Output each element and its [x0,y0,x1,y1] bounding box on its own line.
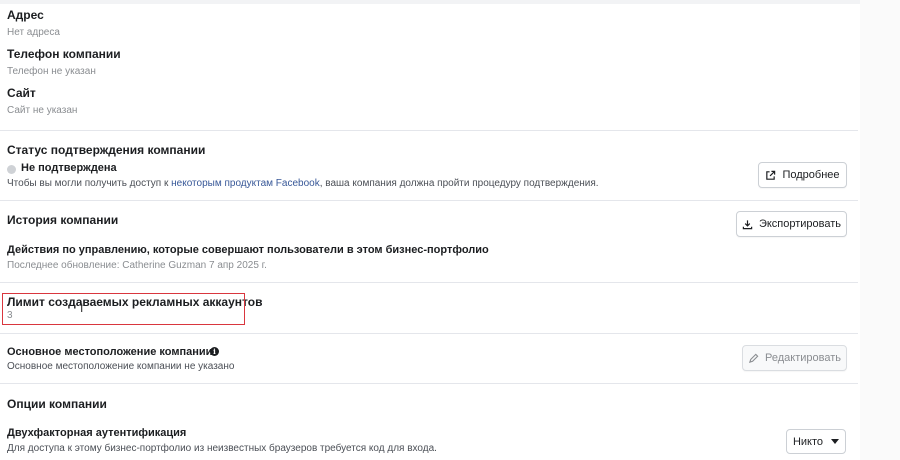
export-button[interactable]: Экспортировать [736,211,847,237]
pencil-icon [748,353,759,364]
verification-desc-after: , ваша компания должна пройти процедуру … [319,178,599,189]
history-title: История компании [7,213,119,227]
edit-location-label: Редактировать [765,352,841,364]
more-details-button[interactable]: Подробнее [758,162,847,188]
verification-desc-before: Чтобы вы могли получить доступ к [7,178,172,189]
more-details-label: Подробнее [782,169,840,181]
company-location-label: Основное местоположение компании [7,346,213,358]
company-options-title: Опции компании [7,397,107,411]
highlight-box [2,293,245,325]
external-link-icon [765,170,776,181]
company-phone-label: Телефон компании [7,47,121,61]
divider [0,383,858,384]
site-label: Сайт [7,86,36,100]
download-icon [742,219,753,230]
address-label: Адрес [7,8,44,22]
company-location-value: Основное местоположение компании не указ… [7,361,235,372]
two-factor-description: Для доступа к этому бизнес-портфолио из … [7,443,437,454]
divider [0,130,858,131]
two-factor-select[interactable]: Никто [786,429,846,454]
facebook-products-link[interactable]: некоторым продуктам Facebook [171,178,320,189]
management-actions-title: Действия по управлению, которые совершаю… [7,244,489,256]
verification-title: Статус подтверждения компании [7,143,206,157]
edit-location-button[interactable]: Редактировать [742,345,847,371]
verification-description: Чтобы вы могли получить доступ к некотор… [7,178,599,189]
last-update-text: Последнее обновление: Catherine Guzman 7… [7,260,267,271]
two-factor-selected-value: Никто [792,435,824,448]
right-gutter [860,0,900,460]
divider [0,333,858,334]
business-settings-page: Адрес Нет адреса Телефон компании Телефо… [0,0,900,460]
site-value: Сайт не указан [7,105,78,116]
company-phone-value: Телефон не указан [7,66,96,77]
text-cursor-icon: I [80,301,84,315]
two-factor-label: Двухфакторная аутентификация [7,427,187,439]
address-value: Нет адреса [7,27,60,38]
divider [0,200,858,201]
divider [0,282,858,283]
verification-status: Не подтверждена [21,162,117,174]
chevron-down-icon [831,439,840,444]
status-dot-icon [7,165,16,174]
info-icon[interactable]: i [210,347,219,356]
company-info-panel: Адрес Нет адреса Телефон компании Телефо… [0,0,858,460]
export-label: Экспортировать [758,218,842,230]
